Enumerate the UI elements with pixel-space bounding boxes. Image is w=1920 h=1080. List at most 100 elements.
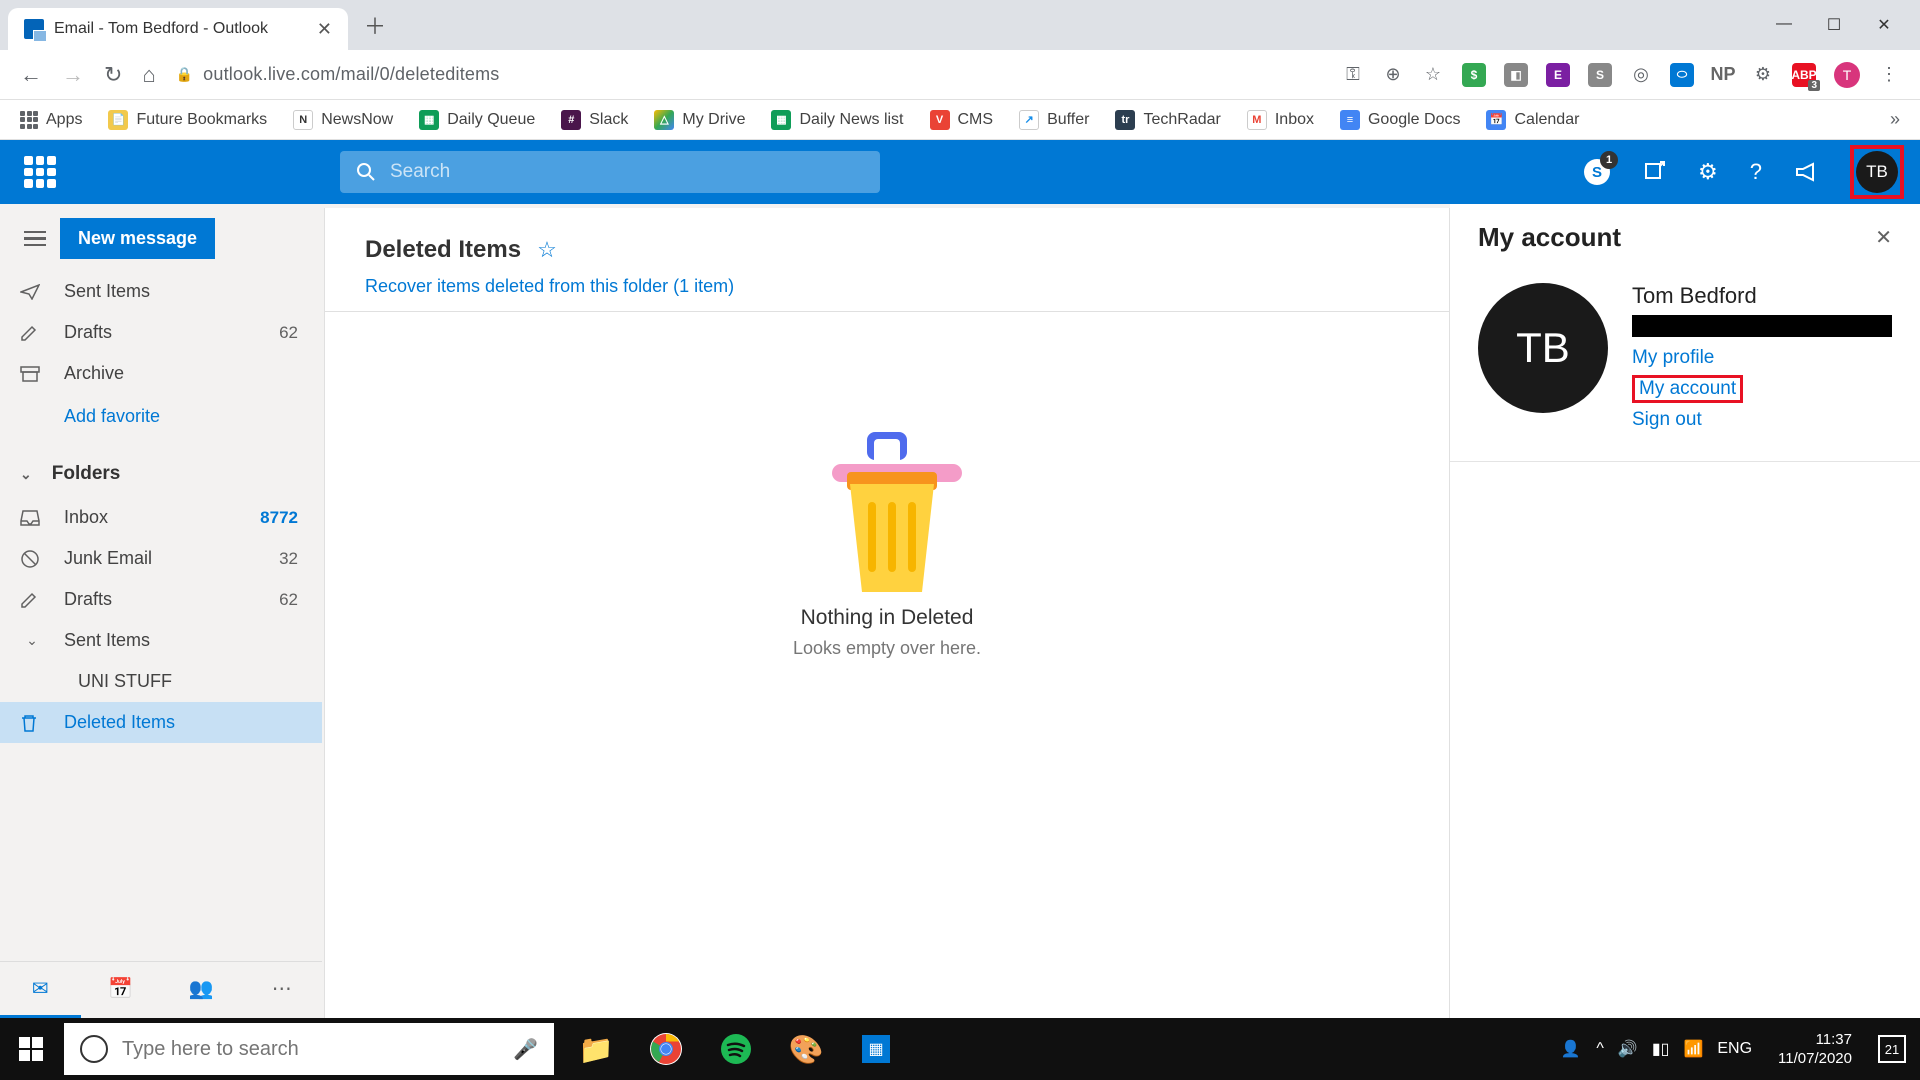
wifi-icon[interactable]: 📶 [1683,1039,1703,1059]
page-title: Deleted Items [365,236,521,264]
bookmark-item[interactable]: trTechRadar [1115,110,1220,130]
sidebar-item-junk[interactable]: Junk Email 32 [0,538,322,579]
extension-icon[interactable]: NP [1712,64,1734,86]
sidebar-item-drafts2[interactable]: Drafts 62 [0,579,322,620]
calendar-nav-icon[interactable]: 📅 [81,962,162,1018]
address-input[interactable]: 🔒 outlook.live.com/mail/0/deleteditems [176,64,1322,85]
people-tray-icon[interactable]: 👤 [1560,1039,1580,1059]
paint-icon[interactable]: 🎨 [774,1018,838,1080]
bookmark-item[interactable]: ↗Buffer [1019,110,1089,130]
extension-icon[interactable]: ◎ [1630,64,1652,86]
bookmark-item[interactable]: △My Drive [654,110,745,130]
gear-icon[interactable]: ⚙ [1698,159,1718,185]
outlook-notes-icon[interactable] [1642,160,1666,184]
browser-profile-avatar[interactable]: T [1834,62,1860,88]
bookmark-item[interactable]: ≡Google Docs [1340,110,1461,130]
bookmark-item[interactable]: #Slack [561,110,628,130]
app-icon[interactable]: ▦ [844,1018,908,1080]
tab-close-icon[interactable]: ✕ [317,19,332,40]
bookmark-item[interactable]: MInbox [1247,110,1314,130]
sidebar-item-subfolder[interactable]: UNI STUFF [0,661,322,702]
extension-icon[interactable]: ⬭ [1670,63,1694,87]
window-controls: — ☐ ✕ [1774,15,1912,35]
new-message-button[interactable]: New message [60,218,215,259]
draft-icon [20,591,44,609]
home-icon[interactable]: ⌂ [142,62,155,88]
extension-icon[interactable]: $ [1462,63,1486,87]
close-window-icon[interactable]: ✕ [1874,15,1894,35]
mail-nav-icon[interactable]: ✉ [0,962,81,1018]
content-area: New message Sent Items Drafts 62 Archive… [0,204,1920,1018]
bookmark-icon: V [930,110,950,130]
apps-button[interactable]: Apps [20,111,82,129]
recover-link[interactable]: Recover items deleted from this folder (… [365,276,734,297]
taskbar-apps: 📁 🎨 ▦ [564,1018,908,1080]
bookmarks-overflow-icon[interactable]: » [1890,109,1900,130]
browser-menu-icon[interactable]: ⋮ [1878,64,1900,86]
app-launcher-icon[interactable] [24,156,56,188]
extension-icon[interactable]: ⚙ [1752,64,1774,86]
adblock-icon[interactable]: ABP3 [1792,63,1816,87]
battery-icon[interactable]: ▮▯ [1652,1039,1670,1059]
people-nav-icon[interactable]: 👥 [161,962,242,1018]
taskbar-clock[interactable]: 11:37 11/07/2020 [1768,1030,1862,1069]
more-nav-icon[interactable]: ⋯ [242,962,323,1018]
sidebar-item-drafts[interactable]: Drafts 62 [0,312,322,353]
help-icon[interactable]: ? [1750,159,1762,185]
taskbar-search[interactable]: 🎤 [64,1023,554,1075]
search-box[interactable] [340,151,880,193]
maximize-icon[interactable]: ☐ [1824,15,1844,35]
sidebar-item-sent[interactable]: Sent Items [0,271,322,312]
sidebar-item-archive[interactable]: Archive [0,353,322,394]
spotify-icon[interactable] [704,1018,768,1080]
bookmark-icon: # [561,110,581,130]
sidebar-item-sent2[interactable]: ⌄ Sent Items [0,620,322,661]
bookmark-item[interactable]: 📅Calendar [1486,110,1579,130]
bookmark-item[interactable]: VCMS [930,110,994,130]
bookmark-item[interactable]: ▦Daily News list [771,110,903,130]
star-icon[interactable]: ☆ [1422,64,1444,86]
notifications-icon[interactable]: 21 [1878,1035,1906,1063]
extension-icon[interactable]: S [1588,63,1612,87]
bookmark-item[interactable]: 📄Future Bookmarks [108,110,267,130]
back-icon[interactable]: ← [20,62,42,88]
taskbar-search-input[interactable] [122,1038,499,1061]
sign-out-link[interactable]: Sign out [1632,409,1892,431]
minimize-icon[interactable]: — [1774,15,1794,35]
sidebar-item-inbox[interactable]: Inbox 8772 [0,497,322,538]
close-icon[interactable]: ✕ [1875,225,1892,250]
bookmark-item[interactable]: ▦Daily Queue [419,110,535,130]
add-bookmark-icon[interactable]: ⊕ [1382,64,1404,86]
browser-tab[interactable]: Email - Tom Bedford - Outlook ✕ [8,8,348,50]
hamburger-icon[interactable] [24,227,46,251]
favorite-star-icon[interactable]: ☆ [537,237,557,263]
my-account-link[interactable]: My account [1632,375,1743,403]
search-input[interactable] [390,161,864,183]
extension-icon[interactable]: E [1546,63,1570,87]
forward-icon[interactable]: → [62,62,84,88]
start-button[interactable] [0,1018,62,1080]
sidebar-item-deleted[interactable]: Deleted Items [0,702,322,743]
skype-icon[interactable]: S1 [1584,159,1610,185]
megaphone-icon[interactable] [1794,162,1818,182]
browser-chrome: Email - Tom Bedford - Outlook ✕ ＋ — ☐ ✕ … [0,0,1920,140]
tab-bar: Email - Tom Bedford - Outlook ✕ ＋ — ☐ ✕ [0,0,1920,50]
volume-icon[interactable]: 🔊 [1618,1039,1638,1059]
tray-chevron-icon[interactable]: ^ [1596,1040,1604,1058]
profile-avatar[interactable]: TB [1856,151,1898,193]
add-favorite-link[interactable]: Add favorite [0,394,322,439]
file-explorer-icon[interactable]: 📁 [564,1018,628,1080]
apps-grid-icon [20,111,38,129]
key-icon[interactable]: ⚿ [1342,64,1364,86]
mic-icon[interactable]: 🎤 [513,1037,538,1062]
extension-icon[interactable]: ◧ [1504,63,1528,87]
bookmark-item[interactable]: NNewsNow [293,110,393,130]
lock-icon[interactable]: 🔒 [176,66,193,83]
new-tab-button[interactable]: ＋ [364,9,386,41]
reload-icon[interactable]: ↻ [104,62,122,88]
chrome-icon[interactable] [634,1018,698,1080]
system-tray: ^ 🔊 ▮▯ 📶 ENG [1596,1039,1752,1059]
language-indicator[interactable]: ENG [1717,1040,1752,1058]
folders-header[interactable]: ⌄ Folders [0,439,322,497]
my-profile-link[interactable]: My profile [1632,347,1892,369]
